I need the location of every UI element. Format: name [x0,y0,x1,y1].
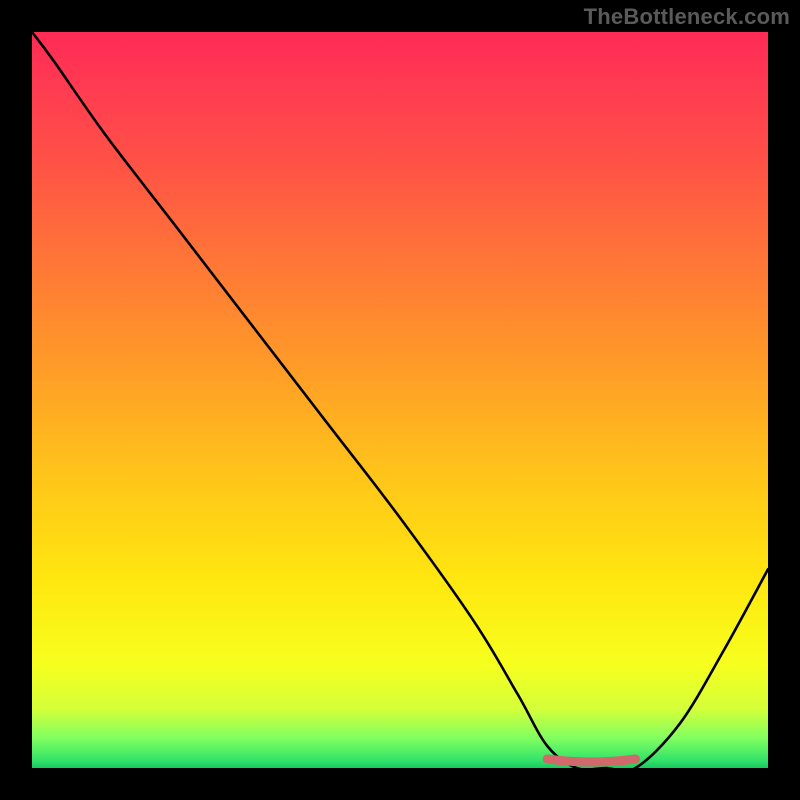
chart-container: TheBottleneck.com [0,0,800,800]
watermark-text: TheBottleneck.com [584,4,790,30]
plot-area [32,32,768,768]
flat-region-marker [547,759,635,762]
bottleneck-curve [32,32,768,768]
curve-layer [32,32,768,768]
